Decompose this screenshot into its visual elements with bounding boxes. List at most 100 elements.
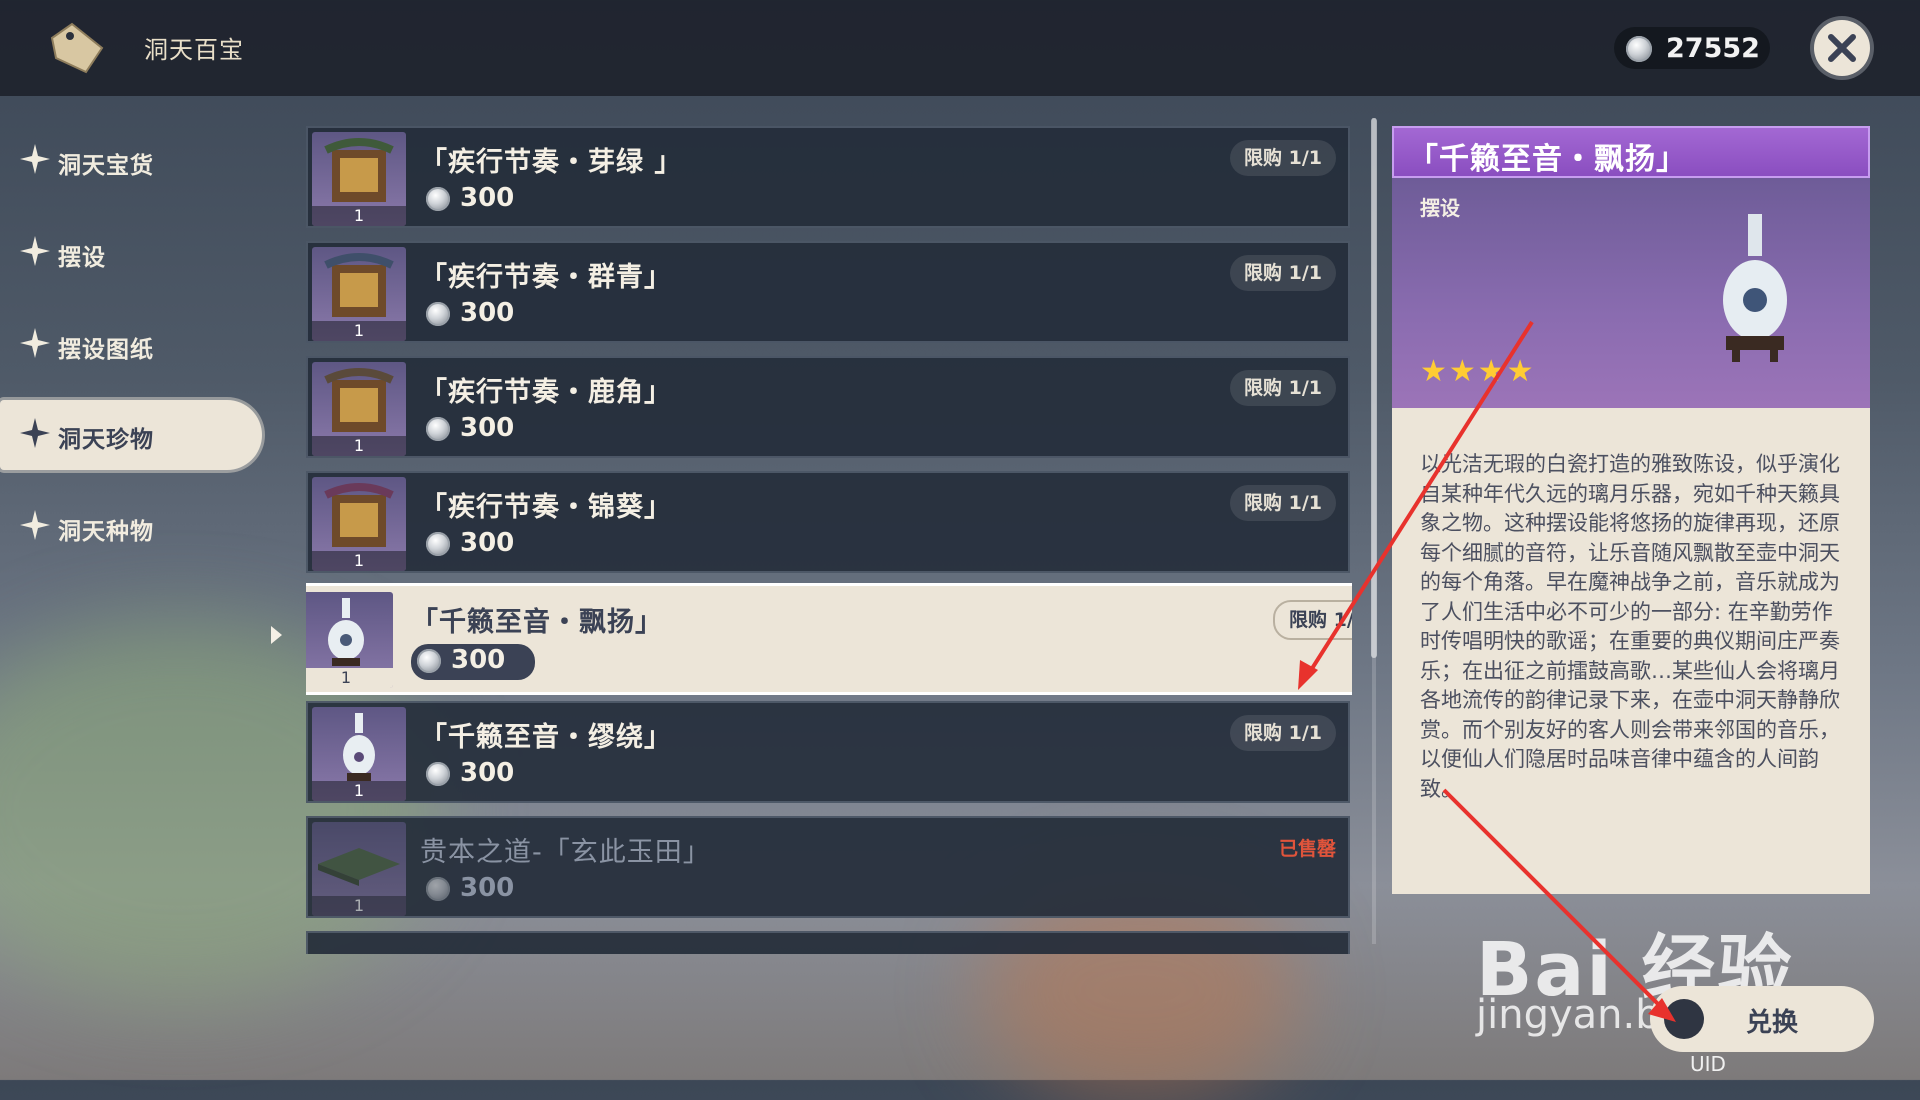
detail-hero: 摆设 ★★★★ — [1392, 178, 1870, 408]
item-thumbnail: 1 — [312, 477, 406, 571]
price-value: 300 — [460, 528, 515, 558]
coin-icon — [426, 532, 450, 556]
selection-arrow-icon — [271, 626, 282, 644]
sidebar-item-treasure-goods[interactable]: 洞天宝货 — [0, 126, 262, 196]
item-price: 300 — [420, 872, 530, 906]
four-point-star-icon — [20, 510, 50, 540]
item-thumbnail: 1 — [306, 592, 393, 688]
shop-item-row[interactable]: 1 「千籁至音・缪绕」 300 限购 1/1 — [306, 701, 1350, 803]
rarity-stars: ★★★★ — [1420, 354, 1536, 389]
price-value: 300 — [460, 183, 515, 213]
coin-icon — [426, 762, 450, 786]
item-quantity: 1 — [312, 896, 406, 916]
item-thumbnail: 1 — [312, 707, 406, 801]
four-point-star-icon — [20, 418, 50, 448]
item-name: 「疾行节奏・群青」 — [420, 262, 672, 293]
coin-icon — [1626, 36, 1652, 62]
shop-item-row-partial[interactable] — [306, 931, 1350, 954]
redeem-icon — [1664, 999, 1704, 1039]
gate-icon — [324, 253, 394, 317]
sidebar-item-treasures[interactable]: 洞天珍物 — [0, 400, 262, 470]
redeem-label: 兑换 — [1746, 1008, 1799, 1038]
close-icon — [1828, 34, 1856, 62]
item-quantity: 1 — [312, 551, 406, 571]
coin-icon — [426, 877, 450, 901]
gate-icon — [324, 138, 394, 202]
sidebar-item-seeds[interactable]: 洞天种物 — [0, 492, 262, 562]
item-price: 300 — [420, 182, 530, 216]
close-button[interactable] — [1814, 20, 1870, 76]
shop-item-row-sold-out[interactable]: 1 贵本之道-「玄此玉田」 300 已售罄 — [306, 816, 1350, 918]
item-quantity: 1 — [312, 781, 406, 801]
item-thumbnail: 1 — [312, 362, 406, 456]
item-name: 「疾行节奏・芽绿 」 — [420, 147, 683, 178]
item-price: 300 — [420, 757, 530, 791]
uid-label: UID — [1690, 1052, 1726, 1076]
price-value: 300 — [460, 873, 515, 903]
item-quantity: 1 — [306, 668, 393, 688]
shop-item-list[interactable]: 1 「疾行节奏・芽绿 」 300 限购 1/1 1 「疾行节奏・群青」 300 … — [306, 126, 1352, 954]
item-name: 「疾行节奏・鹿角」 — [420, 377, 672, 408]
purchase-limit-badge: 限购 1/1 — [1230, 255, 1336, 291]
vase-icon — [328, 598, 364, 666]
purchase-limit-badge: 限购 1/1 — [1230, 370, 1336, 406]
item-quantity: 1 — [312, 321, 406, 341]
shop-item-row[interactable]: 1 「疾行节奏・鹿角」 300 限购 1/1 — [306, 356, 1350, 458]
sidebar-item-label: 洞天宝货 — [58, 153, 154, 179]
four-point-star-icon — [20, 144, 50, 174]
purchase-limit-badge: 限购 1/1 — [1273, 600, 1352, 640]
sidebar-item-label: 摆设图纸 — [58, 337, 154, 363]
item-name: 「疾行节奏・锦葵」 — [420, 492, 672, 523]
vase-icon — [1723, 214, 1787, 362]
purchase-limit-badge: 限购 1/1 — [1230, 140, 1336, 176]
currency-value: 27552 — [1666, 33, 1760, 64]
item-quantity: 1 — [312, 436, 406, 456]
item-price: 300 — [420, 527, 530, 561]
detail-header: 「千籁至音・飘扬」 — [1392, 126, 1870, 178]
gate-icon — [324, 368, 394, 432]
detail-category: 摆设 — [1420, 196, 1460, 220]
vase-icon — [343, 713, 375, 781]
sidebar-item-label: 洞天种物 — [58, 519, 154, 545]
price-tag-icon — [46, 20, 110, 76]
price-value: 300 — [460, 758, 515, 788]
shop-item-row[interactable]: 1 「疾行节奏・群青」 300 限购 1/1 — [306, 241, 1350, 343]
item-price: 300 — [411, 644, 535, 680]
detail-body: 以光洁无瑕的白瓷打造的雅致陈设，似乎演化自某种年代久远的璃月乐器，宛如千种天籁具… — [1392, 408, 1870, 894]
item-thumbnail: 1 — [312, 247, 406, 341]
item-quantity: 1 — [312, 206, 406, 226]
item-thumbnail: 1 — [312, 132, 406, 226]
sidebar-item-furnishings[interactable]: 摆设 — [0, 218, 262, 288]
item-name: 「千籁至音・飘扬」 — [411, 607, 663, 638]
item-thumbnail: 1 — [312, 822, 406, 916]
shop-item-row-selected[interactable]: 1 「千籁至音・飘扬」 300 限购 1/1 — [306, 583, 1352, 695]
shop-item-row[interactable]: 1 「疾行节奏・锦葵」 300 限购 1/1 — [306, 471, 1350, 573]
price-value: 300 — [460, 298, 515, 328]
field-icon — [318, 848, 400, 886]
gate-icon — [324, 483, 394, 547]
sidebar-item-furnishing-blueprints[interactable]: 摆设图纸 — [0, 310, 262, 380]
purchase-limit-badge: 限购 1/1 — [1230, 715, 1336, 751]
shop-item-row[interactable]: 1 「疾行节奏・芽绿 」 300 限购 1/1 — [306, 126, 1350, 228]
four-point-star-icon — [20, 236, 50, 266]
purchase-limit-badge: 限购 1/1 — [1230, 485, 1336, 521]
redeem-button[interactable]: 兑换 — [1650, 986, 1874, 1052]
coin-icon — [426, 187, 450, 211]
price-value: 300 — [460, 413, 515, 443]
coin-icon — [417, 649, 441, 673]
item-price: 300 — [420, 297, 530, 331]
item-description: 以光洁无瑕的白瓷打造的雅致陈设，似乎演化自某种年代久远的璃月乐器，宛如千种天籁具… — [1420, 452, 1840, 801]
sold-out-label: 已售罄 — [1278, 838, 1336, 860]
item-name: 「千籁至音・缪绕」 — [420, 722, 672, 753]
currency-display: 27552 — [1614, 27, 1770, 69]
scrollbar-thumb[interactable] — [1371, 118, 1377, 658]
coin-icon — [426, 417, 450, 441]
item-detail-panel: 「千籁至音・飘扬」 摆设 ★★★★ 以光洁无瑕的白瓷打造的雅致陈设，似乎演化自某… — [1392, 126, 1870, 894]
page-title: 洞天百宝 — [144, 36, 244, 64]
coin-icon — [426, 302, 450, 326]
four-point-star-icon — [20, 328, 50, 358]
top-bar: 洞天百宝 27552 — [0, 0, 1920, 96]
price-value: 300 — [451, 645, 506, 675]
item-name: 贵本之道-「玄此玉田」 — [420, 837, 711, 868]
detail-title: 「千籁至音・飘扬」 — [1408, 142, 1687, 177]
